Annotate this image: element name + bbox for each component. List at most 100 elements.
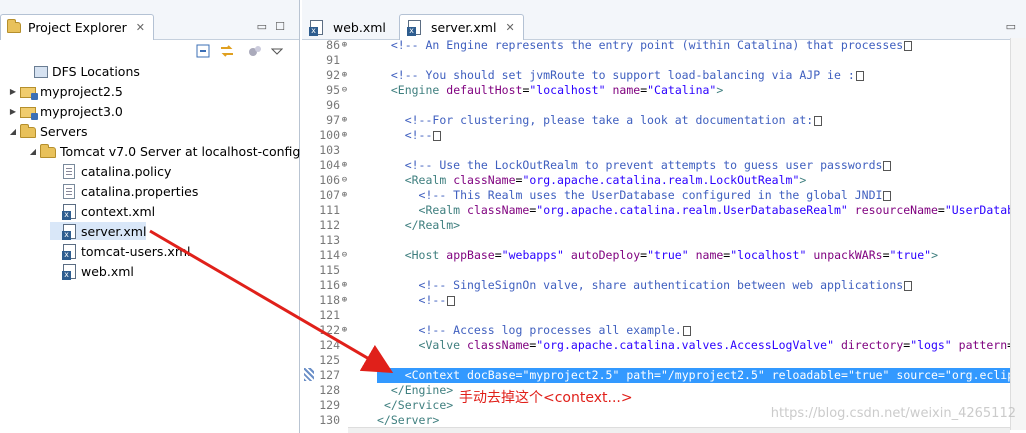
code-line[interactable]: 125 — [302, 353, 1010, 368]
xml-attribute-name: resourceName — [854, 203, 938, 217]
code-area[interactable]: 86 ⊕ <!-- An Engine represents the entry … — [302, 38, 1010, 430]
collapsed-block-icon[interactable] — [433, 130, 442, 141]
code-line[interactable]: 122 ⊕ <!-- Access log processes all examp… — [302, 323, 1010, 338]
code-line[interactable]: 116 ⊕ <!-- SingleSignOn valve, share auth… — [302, 278, 1010, 293]
view-menu-icon[interactable] — [270, 44, 285, 58]
link-with-editor-icon[interactable] — [219, 44, 233, 58]
tree-item[interactable]: server.xml — [50, 222, 147, 240]
expand-toggle-icon[interactable]: ◢ — [28, 147, 38, 156]
collapse-all-icon[interactable] — [196, 44, 210, 58]
code-line[interactable]: 118 ⊕ <!-- — [302, 293, 1010, 308]
tree-item[interactable]: ▶ myproject3.0 — [8, 102, 123, 120]
maximize-icon[interactable]: ☐ — [275, 20, 285, 33]
code-line[interactable]: 121 — [302, 308, 1010, 323]
line-number: 97 — [326, 113, 340, 127]
fold-toggle-icon[interactable]: ⊕ — [340, 278, 349, 293]
tab-web-xml[interactable]: web.xml — [302, 14, 394, 40]
tree-item[interactable]: ▶ myproject2.5 — [8, 82, 123, 100]
xml-tag: <Valve — [418, 338, 461, 352]
fold-toggle-icon[interactable]: ⊕ — [340, 128, 349, 143]
tree-item[interactable]: DFS Locations — [22, 62, 140, 80]
code-line[interactable]: 86 ⊕ <!-- An Engine represents the entry … — [302, 38, 1010, 53]
close-icon[interactable]: ✕ — [505, 21, 514, 34]
tree-item-label: catalina.properties — [81, 183, 199, 199]
code-line[interactable]: 107 ⊕ <!-- This Realm uses the UserDataba… — [302, 188, 1010, 203]
code-line[interactable]: 113 — [302, 233, 1010, 248]
xml-attribute-value: "Catalina" — [647, 83, 717, 97]
tree-item[interactable]: catalina.properties — [50, 182, 198, 200]
collapsed-block-icon[interactable] — [883, 160, 892, 171]
fold-toggle-icon[interactable]: ⊖ — [340, 83, 349, 98]
line-number: 96 — [326, 98, 340, 112]
xml-tag: </Server> — [377, 413, 440, 427]
tree-item[interactable]: tomcat-users.xml — [50, 242, 190, 260]
fold-toggle-icon[interactable]: ⊕ — [340, 323, 349, 338]
vertical-scrollbar[interactable] — [1010, 38, 1026, 430]
collapsed-block-icon[interactable] — [814, 115, 823, 126]
code-line[interactable]: 124 <Valve className="org.apache.catalin… — [302, 338, 1010, 353]
minimize-icon[interactable]: ▭ — [1006, 20, 1016, 33]
fold-toggle-icon[interactable]: ⊕ — [340, 68, 349, 83]
collapsed-block-icon[interactable] — [855, 70, 864, 81]
code-line[interactable]: 106 ⊖ <Realm className="org.apache.catali… — [302, 173, 1010, 188]
collapsed-block-icon[interactable] — [447, 295, 456, 306]
code-line[interactable]: 127 <Context docBase="myproject2.5" path… — [302, 368, 1010, 383]
code-line[interactable]: 95 ⊖ <Engine defaultHost="localhost" name… — [302, 83, 1010, 98]
tree-item[interactable]: web.xml — [50, 262, 134, 280]
code-line[interactable]: 96 — [302, 98, 1010, 113]
code-line[interactable]: 128 </Engine> — [302, 383, 1010, 398]
expand-toggle-icon[interactable]: ◢ — [8, 127, 18, 136]
fold-toggle-icon[interactable]: ⊖ — [340, 248, 349, 263]
xml-attribute-name: className — [467, 203, 530, 217]
code-text: <!-- SingleSignOn valve, share authentic… — [377, 278, 913, 293]
code-line[interactable]: 115 — [302, 263, 1010, 278]
expand-toggle-icon[interactable]: ▶ — [8, 107, 18, 116]
tree-item[interactable]: catalina.policy — [50, 162, 171, 180]
fold-toggle-icon[interactable]: ⊕ — [340, 38, 349, 53]
fold-toggle-icon[interactable]: ⊕ — [340, 293, 349, 308]
minimize-icon[interactable]: ▭ — [257, 20, 267, 33]
code-line[interactable]: 114 ⊖ <Host appBase="webapps" autoDeploy=… — [302, 248, 1010, 263]
code-line[interactable]: 111 <Realm className="org.apache.catalin… — [302, 203, 1010, 218]
fold-toggle-icon[interactable]: ⊖ — [340, 173, 349, 188]
xml-tag: </Realm> — [404, 218, 461, 232]
tree-item[interactable]: ◢ Tomcat v7.0 Server at localhost-config — [28, 142, 300, 160]
fold-toggle-icon[interactable]: ⊕ — [340, 158, 349, 173]
xml-attribute-name: appBase — [446, 248, 495, 262]
code-line[interactable]: 103 — [302, 143, 1010, 158]
hadoop-icon[interactable] — [248, 44, 262, 58]
tab-label: web.xml — [333, 19, 386, 35]
code-line[interactable]: 91 — [302, 53, 1010, 68]
fold-toggle-icon[interactable]: ⊕ — [340, 113, 349, 128]
xml-attribute-name: path — [626, 368, 655, 382]
collapsed-block-icon[interactable] — [904, 280, 913, 291]
collapsed-block-icon[interactable] — [904, 40, 913, 51]
code-line[interactable]: 104 ⊕ <!-- Use the LockOutRealm to preven… — [302, 158, 1010, 173]
code-line[interactable]: 100 ⊕ <!-- — [302, 128, 1010, 143]
tree-item[interactable]: context.xml — [50, 202, 155, 220]
line-number: 118 — [319, 293, 340, 307]
xml-attribute-name: name — [612, 83, 641, 97]
code-line[interactable]: 92 ⊕ <!-- You should set jvmRoute to supp… — [302, 68, 1010, 83]
dfs-icon — [34, 66, 48, 78]
collapsed-block-icon[interactable] — [883, 190, 892, 201]
code-line[interactable]: 97 ⊕ <!--For clustering, please take a lo… — [302, 113, 1010, 128]
xml-file-icon — [62, 203, 76, 220]
xml-attribute-value: "logs" — [910, 338, 952, 352]
tree-item-label: context.xml — [81, 203, 156, 219]
code-line[interactable]: 112 </Realm> — [302, 218, 1010, 233]
fold-toggle-icon[interactable]: ⊕ — [340, 188, 349, 203]
horizontal-scrollbar[interactable] — [348, 427, 1010, 433]
tab-server-xml[interactable]: server.xml ✕ — [399, 14, 524, 40]
tree-item[interactable]: ◢ Servers — [8, 122, 88, 140]
collapsed-block-icon[interactable] — [682, 325, 691, 336]
close-icon[interactable]: ✕ — [136, 21, 145, 34]
project-explorer-tab[interactable]: Project Explorer ✕ — [0, 14, 155, 40]
code-text: <!-- Access log processes all example. — [377, 323, 691, 338]
expand-toggle-icon[interactable]: ▶ — [8, 87, 18, 96]
